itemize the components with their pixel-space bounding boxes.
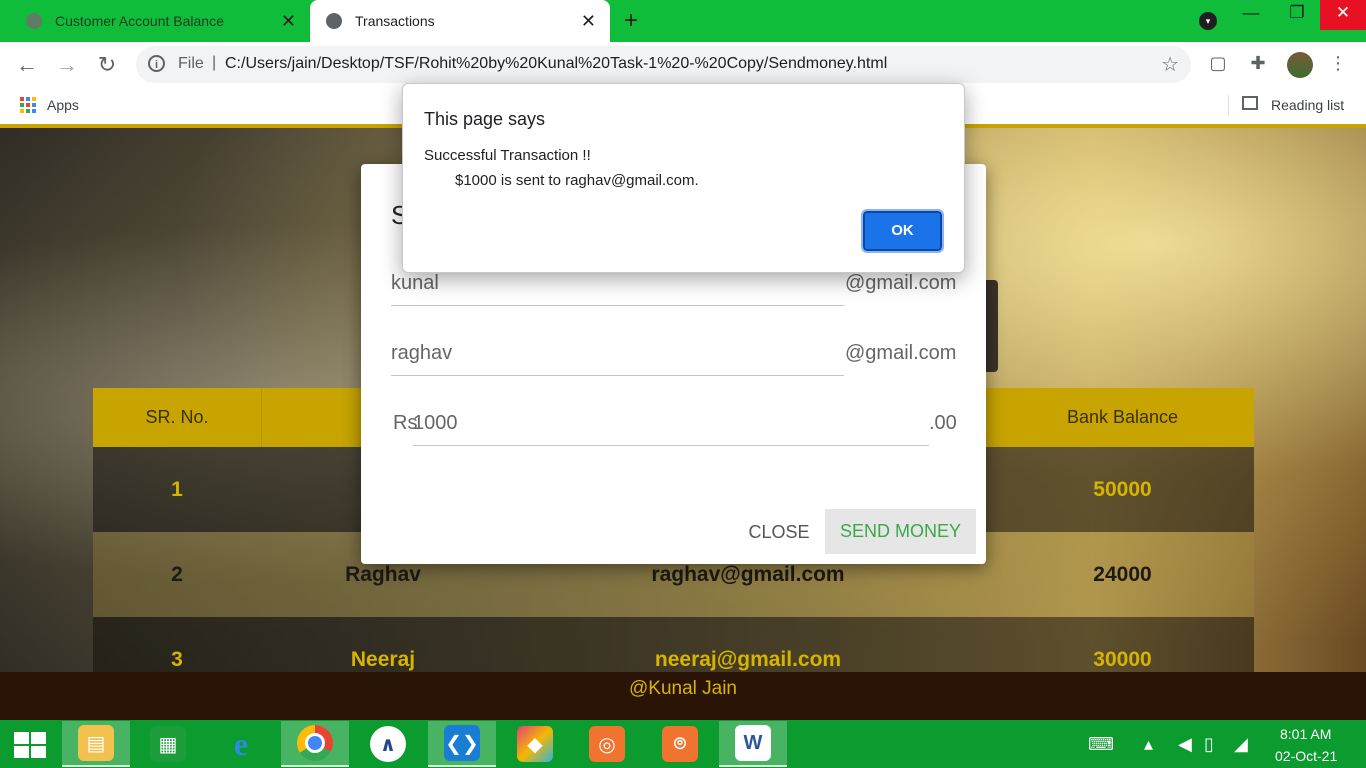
- info-icon[interactable]: i: [148, 55, 165, 72]
- camera-icon[interactable]: ⌾: [646, 721, 714, 767]
- sender-input[interactable]: kunal: [391, 272, 439, 295]
- pocket-icon[interactable]: ▢: [1207, 52, 1229, 74]
- star-icon[interactable]: ☆: [1161, 52, 1179, 77]
- input-underline: [391, 375, 844, 376]
- receiver-suffix: @gmail.com: [845, 342, 957, 364]
- sender-suffix: @gmail.com: [845, 272, 957, 294]
- input-underline: [413, 445, 929, 446]
- close-tab-icon[interactable]: ✕: [281, 11, 296, 31]
- address-bar[interactable]: i File | C:/Users/jain/Desktop/TSF/Rohit…: [136, 46, 1191, 83]
- globe-icon: [326, 13, 342, 29]
- cell-sr: 1: [171, 478, 183, 501]
- forward-icon[interactable]: →: [53, 51, 81, 79]
- amount-suffix: .00: [929, 412, 957, 434]
- divider: |: [212, 54, 217, 71]
- apps-icon[interactable]: [20, 97, 36, 113]
- word-icon[interactable]: W: [719, 721, 787, 767]
- menu-icon[interactable]: ⋮: [1327, 52, 1349, 74]
- sender-email-field[interactable]: kunal @gmail.com: [391, 272, 956, 306]
- camera-app-icon[interactable]: ◎: [573, 721, 641, 767]
- keyboard-icon[interactable]: ⌨: [1088, 734, 1114, 755]
- reload-icon[interactable]: ↻: [93, 51, 121, 79]
- profile-avatar[interactable]: [1287, 52, 1313, 78]
- receiver-email-field[interactable]: raghav @gmail.com: [391, 342, 956, 376]
- receiver-input[interactable]: raghav: [391, 342, 452, 365]
- show-hidden-icons-icon[interactable]: ▴: [1144, 734, 1153, 755]
- extensions-icon[interactable]: ✚: [1247, 52, 1269, 74]
- amount-field[interactable]: Rs 1000 .00: [393, 412, 957, 446]
- cell-balance: 50000: [1093, 478, 1152, 501]
- send-money-button[interactable]: SEND MONEY: [825, 509, 976, 554]
- clock-date[interactable]: 02-Oct-21: [1275, 748, 1337, 764]
- tab-transactions[interactable]: Transactions ✕: [310, 0, 610, 42]
- clock-time[interactable]: 8:01 AM: [1280, 726, 1331, 742]
- amount-input[interactable]: 1000: [413, 412, 458, 435]
- divider: [1228, 95, 1229, 115]
- browser-toolbar: ← → ↻ i File | C:/Users/jain/Desktop/TSF…: [0, 42, 1366, 88]
- tab-title: Transactions: [355, 13, 435, 29]
- reading-list-button[interactable]: Reading list: [1271, 97, 1344, 113]
- tab-title: Customer Account Balance: [55, 13, 224, 29]
- store-icon[interactable]: ▦: [134, 721, 202, 767]
- volume-icon[interactable]: ◀: [1178, 734, 1192, 755]
- reading-list-icon[interactable]: [1242, 96, 1258, 110]
- header-bank-balance: Bank Balance: [1066, 407, 1179, 427]
- internet-explorer-icon[interactable]: e: [207, 721, 275, 767]
- globe-icon: [26, 13, 42, 29]
- ok-button[interactable]: OK: [861, 209, 944, 253]
- new-tab-icon[interactable]: +: [624, 7, 638, 35]
- alert-message-line1: Successful Transaction !!: [424, 147, 591, 164]
- alert-message-line2: $1000 is sent to raghav@gmail.com.: [455, 172, 699, 189]
- restore-icon[interactable]: ❐: [1274, 0, 1320, 30]
- apps-link[interactable]: Apps: [47, 97, 79, 113]
- cell-balance: 24000: [1093, 563, 1152, 586]
- close-tab-icon[interactable]: ✕: [581, 11, 596, 31]
- back-icon[interactable]: ←: [13, 51, 41, 79]
- chrome-icon[interactable]: [281, 721, 349, 767]
- taskbar: ▤ ▦ e ∧ ❮❯ ◆ ◎ ⌾ W ⌨ ▴ ◀ ▯ ◢ 8:01 AM 02-…: [0, 720, 1366, 768]
- app-box-icon[interactable]: ◆: [501, 721, 569, 767]
- page-footer: @Kunal Jain: [0, 672, 1366, 720]
- tab-customer-account-balance[interactable]: Customer Account Balance ✕: [18, 0, 310, 42]
- input-underline: [391, 305, 844, 306]
- close-button[interactable]: CLOSE: [744, 512, 814, 552]
- window-close-icon[interactable]: ✕: [1320, 0, 1366, 30]
- network-icon[interactable]: ◢: [1234, 734, 1248, 755]
- tab-strip: Customer Account Balance ✕ Transactions …: [0, 0, 1366, 42]
- url-text[interactable]: C:/Users/jain/Desktop/TSF/Rohit%20by%20K…: [225, 55, 887, 73]
- tab-search-icon[interactable]: ▾: [1199, 12, 1217, 30]
- column-divider: [261, 388, 262, 447]
- minimize-icon[interactable]: —: [1228, 0, 1274, 30]
- windows-start-icon[interactable]: [14, 732, 46, 758]
- arduino-icon[interactable]: ∧: [354, 721, 422, 767]
- alert-title: This page says: [424, 109, 546, 129]
- file-explorer-icon[interactable]: ▤: [62, 721, 130, 767]
- scheme-label: File: [178, 55, 204, 72]
- header-sr-no: SR. No.: [145, 407, 209, 427]
- cell-sr: 2: [171, 563, 183, 586]
- background-element: [985, 280, 998, 372]
- alert-dialog: This page says Successful Transaction !!…: [402, 83, 965, 273]
- battery-icon[interactable]: ▯: [1204, 734, 1214, 755]
- vscode-icon[interactable]: ❮❯: [428, 721, 496, 767]
